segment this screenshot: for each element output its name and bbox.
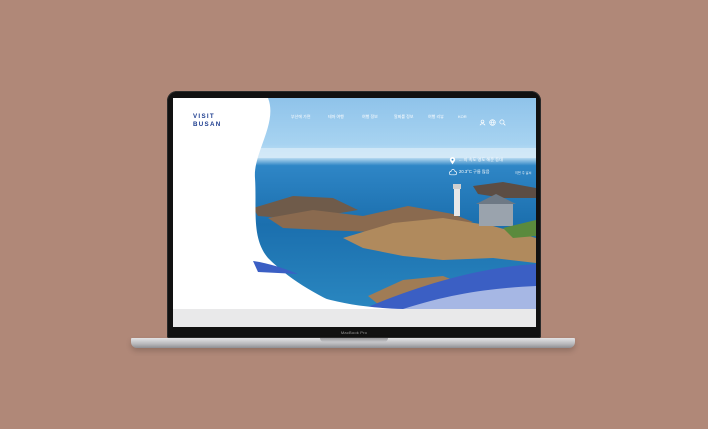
white-wave-panel (173, 98, 403, 309)
nav-item-useful-info[interactable]: 알짜를 정보 (394, 114, 414, 120)
nav-item-theme-travel[interactable]: 테마 여행 (328, 114, 344, 120)
laptop-notch (320, 338, 388, 342)
globe-icon[interactable] (489, 113, 497, 126)
location-pin-icon (449, 157, 457, 165)
weather-subtext: 이번 주 날씨 (515, 171, 532, 175)
content-strip (173, 309, 536, 327)
nav-item-busan[interactable]: 부산에 가면 (291, 114, 311, 120)
logo-line-1: VISIT (193, 113, 215, 120)
location-text: ... 지 속도 영도 해운 등대 (459, 157, 503, 162)
user-icon[interactable] (479, 113, 487, 126)
laptop-mockup: VISIT BUSAN 부산에 가면 테마 여행 여행 정보 알짜를 정보 여행… (0, 0, 708, 429)
weather-cloud-icon (449, 169, 457, 177)
weather-text: 20.3°C 구름 많음 (459, 169, 490, 174)
logo-line-2: BUSAN (193, 120, 222, 128)
website-screen: VISIT BUSAN 부산에 가면 테마 여행 여행 정보 알짜를 정보 여행… (173, 98, 536, 327)
visit-busan-logo[interactable]: VISIT BUSAN (193, 113, 233, 128)
nav-item-travel-info[interactable]: 여행 정보 (362, 114, 378, 120)
macbook-model-label: MacBook Pro (340, 330, 368, 335)
nav-item-travel-review[interactable]: 여행 리뷰 (428, 114, 444, 120)
search-icon[interactable] (499, 113, 507, 126)
language-selector[interactable]: KOR (458, 114, 467, 119)
